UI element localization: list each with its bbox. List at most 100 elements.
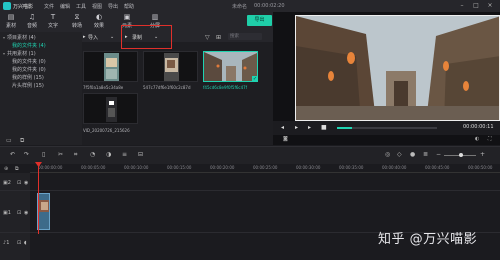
cut-icon[interactable]: ✂ xyxy=(58,151,63,158)
preview-video-frame[interactable] xyxy=(295,15,500,121)
ruler-tick-label: 00:00:10:00 xyxy=(124,165,149,170)
preview-timecode: 00:00:00:11 xyxy=(463,124,494,130)
import-dropdown-icon[interactable]: ⌄ xyxy=(110,34,114,40)
effects-icon: ◐ xyxy=(95,13,103,21)
track-audio-1-label: ♪1 xyxy=(3,240,10,246)
tool-transition[interactable]: ⧖ 转场 xyxy=(66,13,88,31)
camera-icon[interactable]: ◙ xyxy=(283,136,288,142)
split-screen-icon: ▥ xyxy=(151,13,159,21)
zoom-in-icon[interactable]: + xyxy=(480,151,485,158)
search-input[interactable]: 搜索 xyxy=(228,33,262,40)
expand-arrow-icon[interactable]: ▾ xyxy=(3,35,5,40)
color-icon[interactable]: ◑ xyxy=(106,151,111,158)
sidebar-item[interactable]: ▾ 项目素材 (4) xyxy=(0,34,82,42)
tool-audio-label: 音频 xyxy=(26,23,37,29)
split-icon[interactable]: ⊟ xyxy=(138,151,143,158)
menu-tools[interactable]: 工具 xyxy=(76,3,86,10)
clip-thumbnail xyxy=(38,194,49,229)
close-icon[interactable]: × xyxy=(486,2,494,10)
sidebar-item[interactable]: 片头样例 (15) xyxy=(0,82,82,90)
record-voice-icon[interactable]: ● xyxy=(410,151,415,158)
sidebar-item[interactable]: ▾ 共用素材 (1) xyxy=(0,50,82,58)
grid-view-icon[interactable]: ⊞ xyxy=(216,34,221,41)
thumb-image-1 xyxy=(84,52,137,81)
app-logo-icon xyxy=(3,2,11,10)
media-thumb-4-caption: VID_20200726_215626 xyxy=(83,128,130,133)
volume-icon[interactable]: ◐ xyxy=(475,136,479,142)
render-icon[interactable]: ◎ xyxy=(385,151,390,158)
link-icon[interactable]: ⧉ xyxy=(15,166,19,172)
media-thumb-3[interactable]: ✓ xyxy=(203,51,258,82)
sidebar-item[interactable]: 我的文件夹 (4) xyxy=(0,42,82,50)
track-visible-icon[interactable]: ◉ xyxy=(24,210,28,216)
menu-file[interactable]: 文件 xyxy=(44,3,54,10)
sidebar-item[interactable]: 我的文件夹 (0) xyxy=(0,58,82,66)
zoom-slider-knob[interactable] xyxy=(459,153,463,157)
menu-edit[interactable]: 编辑 xyxy=(60,3,70,10)
title-bar xyxy=(0,0,500,12)
track-lock-icon[interactable]: ⊡ xyxy=(17,240,21,246)
playhead-line[interactable] xyxy=(38,164,39,234)
tool-transition-label: 转场 xyxy=(71,23,82,29)
folder-icon: ▤ xyxy=(7,13,15,21)
ruler-tick-label: 00:00:20:00 xyxy=(210,165,235,170)
media-thumb-4[interactable] xyxy=(83,93,138,124)
stop-icon[interactable]: ■ xyxy=(321,124,327,131)
export-button[interactable]: 导出 xyxy=(247,15,272,26)
step-back-icon[interactable]: ◂ xyxy=(281,124,284,131)
mixer-icon[interactable]: ≣ xyxy=(423,151,428,158)
tool-text[interactable]: T 文字 xyxy=(42,13,64,31)
tool-media[interactable]: ▤ 素材 xyxy=(0,13,22,31)
track-divider xyxy=(0,190,500,191)
music-icon: ♫ xyxy=(28,13,36,21)
menu-view[interactable]: 视图 xyxy=(92,3,102,10)
tool-text-label: 文字 xyxy=(47,23,58,29)
sidebar-item-label: 我的样例 (15) xyxy=(12,75,44,81)
menu-export[interactable]: 导出 xyxy=(108,3,118,10)
filter-icon[interactable]: ▽ xyxy=(205,34,210,41)
zoom-out-icon[interactable]: − xyxy=(436,151,441,158)
redo-icon[interactable]: ↷ xyxy=(24,151,29,158)
crop-icon[interactable]: ⌗ xyxy=(74,151,77,159)
audio-mix-icon[interactable]: ≡ xyxy=(122,151,127,158)
maximize-icon[interactable]: □ xyxy=(472,2,480,10)
play-icon[interactable]: ▸ xyxy=(295,124,298,131)
import-button[interactable]: 导入 xyxy=(88,34,98,41)
tool-effects-label: 效果 xyxy=(93,23,104,29)
track-mute-icon[interactable]: ◖ xyxy=(24,240,27,246)
fullscreen-icon[interactable]: ⛶ xyxy=(488,136,492,142)
speed-icon[interactable]: ◔ xyxy=(90,151,95,158)
elements-icon: ▣ xyxy=(123,13,131,21)
text-icon: T xyxy=(50,13,56,21)
track-lock-icon[interactable]: ⊡ xyxy=(17,180,21,186)
delete-icon[interactable]: ▯ xyxy=(42,151,45,158)
import-arrow-icon[interactable]: ▸ xyxy=(83,34,86,40)
sidebar-item-label: 我的文件夹 (4) xyxy=(12,43,46,49)
menu-help[interactable]: 帮助 xyxy=(124,3,134,10)
track-visible-icon[interactable]: ◉ xyxy=(24,180,28,186)
ruler-tick-label: 00:00:35:00 xyxy=(339,165,364,170)
marker-icon[interactable]: ◇ xyxy=(397,151,402,158)
add-track-icon[interactable]: ⊕ xyxy=(4,166,8,172)
transition-icon: ⧖ xyxy=(74,13,80,21)
undo-icon[interactable]: ↶ xyxy=(10,151,15,158)
sidebar-item-label: 共用素材 (1) xyxy=(7,51,36,57)
sidebar-item[interactable]: 我的文件夹 (0) xyxy=(0,66,82,74)
step-forward-icon[interactable]: ▸ xyxy=(308,124,311,131)
sidebar-item[interactable]: 我的样例 (15) xyxy=(0,74,82,82)
expand-arrow-icon[interactable]: ▾ xyxy=(3,51,5,56)
ruler-tick-label: 00:00:05:00 xyxy=(81,165,106,170)
link-folder-icon[interactable]: ⧉ xyxy=(20,137,24,145)
ruler-tick-label: 00:00:25:00 xyxy=(253,165,278,170)
tool-effects[interactable]: ◐ 效果 xyxy=(88,13,110,31)
media-thumb-2[interactable] xyxy=(143,51,198,82)
track-audio-1-number: 1 xyxy=(6,240,10,246)
media-thumb-1[interactable] xyxy=(83,51,138,82)
track-video-2-label: ▣2 xyxy=(3,180,11,186)
minimize-icon[interactable]: – xyxy=(458,2,466,10)
track-lock-icon[interactable]: ⊡ xyxy=(17,210,21,216)
tool-audio[interactable]: ♫ 音频 xyxy=(21,13,43,31)
preview-progress-track[interactable] xyxy=(337,127,437,129)
thumb-image-2 xyxy=(144,52,197,81)
new-folder-icon[interactable]: ▭ xyxy=(6,137,12,144)
